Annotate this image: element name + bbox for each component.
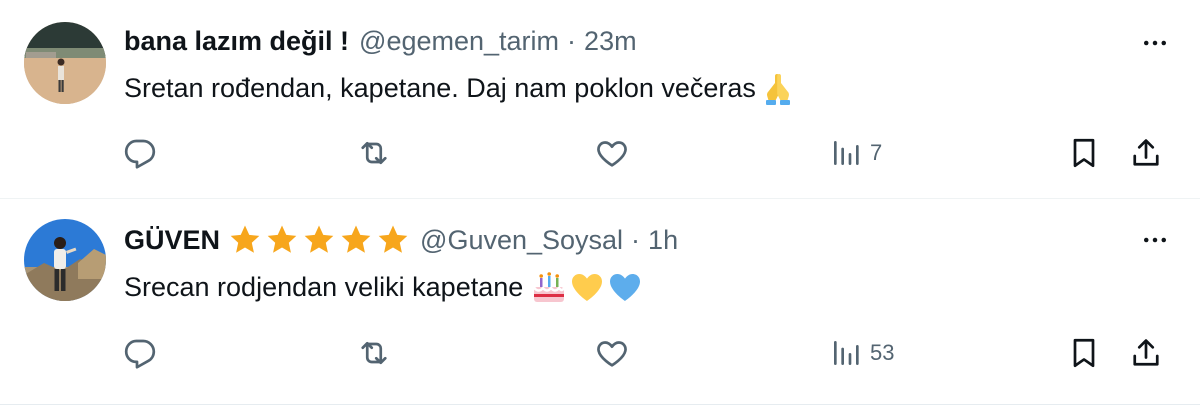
user-handle[interactable]: @egemen_tarim	[359, 26, 559, 57]
bookmark-icon	[1066, 335, 1102, 371]
tweet[interactable]: GÜVEN @Guven_Soysal · 1h Srecan rodjenda…	[0, 199, 1200, 405]
share-icon	[1128, 335, 1164, 371]
bookmark-button[interactable]	[1066, 133, 1102, 173]
bookmark-button[interactable]	[1066, 333, 1102, 373]
star-icon	[265, 223, 299, 257]
user-handle[interactable]: @Guven_Soysal	[420, 225, 623, 256]
timestamp[interactable]: 1h	[648, 225, 678, 256]
display-name[interactable]: GÜVEN	[124, 225, 220, 256]
tweet-text-content: Sretan rođendan, kapetane. Daj nam poklo…	[124, 72, 756, 103]
views-button[interactable]: 53	[830, 333, 894, 373]
views-icon	[830, 337, 862, 369]
tweet[interactable]: bana lazım değil ! @egemen_tarim · 23m S…	[0, 0, 1200, 199]
avatar[interactable]	[24, 219, 106, 301]
views-count: 7	[870, 140, 883, 165]
folded-hands-icon	[760, 70, 796, 106]
reply-button[interactable]	[122, 333, 158, 373]
like-button[interactable]	[594, 133, 630, 173]
tweet-actions: 7	[0, 133, 1200, 173]
retweet-icon	[356, 135, 392, 171]
views-button[interactable]: 7	[830, 133, 882, 173]
timestamp[interactable]: 23m	[584, 26, 637, 57]
display-name[interactable]: bana lazım değil !	[124, 26, 349, 57]
star-icon	[228, 223, 262, 257]
avatar[interactable]	[24, 22, 106, 104]
star-icon	[376, 223, 410, 257]
like-icon	[594, 335, 630, 371]
separator-dot: ·	[631, 224, 641, 255]
reply-button[interactable]	[122, 133, 158, 173]
more-icon[interactable]	[1138, 223, 1172, 257]
star-icon	[302, 223, 336, 257]
retweet-button[interactable]	[356, 333, 392, 373]
share-button[interactable]	[1128, 133, 1164, 173]
reply-icon	[122, 335, 158, 371]
bookmark-icon	[1066, 135, 1102, 171]
separator-dot: ·	[567, 26, 577, 56]
star-icon	[339, 223, 373, 257]
views-icon	[830, 137, 862, 169]
like-button[interactable]	[594, 333, 630, 373]
birthday-cake-icon	[531, 269, 567, 305]
blue-heart-icon	[607, 269, 643, 305]
tweet-text: Srecan rodjendan veliki kapetane	[124, 269, 643, 305]
tweet-header: GÜVEN @Guven_Soysal · 1h	[124, 223, 678, 257]
tweet-text-content: Srecan rodjendan veliki kapetane	[124, 271, 524, 302]
tweet-text: Sretan rođendan, kapetane. Daj nam poklo…	[124, 70, 796, 106]
share-icon	[1128, 135, 1164, 171]
tweet-actions: 53	[0, 333, 1200, 373]
star-badges	[228, 223, 410, 257]
retweet-icon	[356, 335, 392, 371]
like-icon	[594, 135, 630, 171]
retweet-button[interactable]	[356, 133, 392, 173]
share-button[interactable]	[1128, 333, 1164, 373]
tweet-header: bana lazım değil ! @egemen_tarim · 23m	[124, 26, 637, 57]
yellow-heart-icon	[569, 269, 605, 305]
views-count: 53	[870, 340, 895, 365]
reply-icon	[122, 135, 158, 171]
more-icon[interactable]	[1138, 26, 1172, 60]
